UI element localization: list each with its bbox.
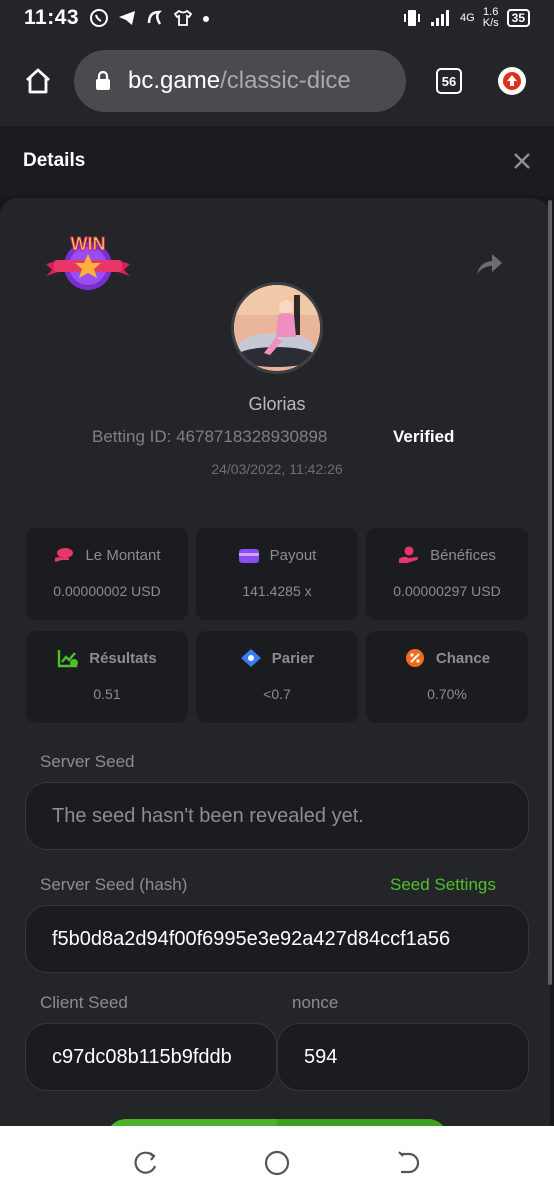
home-button[interactable] (20, 63, 56, 99)
telegram-icon (119, 11, 136, 25)
home-icon (26, 68, 50, 94)
server-seed-hash-field[interactable]: f5b0d8a2d94f00f6995e3e92a427d84ccf1a56 (25, 905, 529, 973)
home-nav-icon[interactable] (264, 1150, 290, 1176)
scrollbar[interactable] (548, 200, 552, 985)
bet-timestamp: 24/03/2022, 11:42:26 (211, 461, 343, 477)
url-path: /classic-dice (220, 67, 351, 94)
back-icon[interactable] (395, 1150, 421, 1176)
url-domain: bc.game (128, 67, 221, 94)
lock-icon (96, 71, 110, 90)
stat-card-amount: Le Montant 0.00000002 USD (26, 528, 188, 620)
address-bar[interactable]: bc.game/classic-dice (74, 50, 406, 112)
coins-icon (55, 548, 74, 562)
net-speed: 1.6 K/s (483, 7, 499, 29)
client-seed-value: c97dc08b115b9fddb (52, 1045, 232, 1068)
stat-label-chance: Chance (435, 649, 491, 667)
tab-switcher-button[interactable]: 56 (436, 68, 462, 94)
shirt-icon (173, 9, 193, 26)
close-button[interactable] (513, 148, 531, 174)
url-text: bc.game/classic-dice (128, 67, 351, 95)
nonce-value: 594 (304, 1045, 338, 1068)
stat-label-amount: Le Montant (85, 546, 161, 564)
server-seed-label: Server Seed (40, 752, 135, 771)
stat-card-profit: Bénéfices 0.00000297 USD (366, 528, 528, 620)
stat-card-chance: Chance 0.70% (366, 631, 528, 723)
nonce-field[interactable]: 594 (277, 1023, 529, 1091)
svg-text:WIN: WIN (71, 234, 106, 254)
vibrate-icon (404, 10, 421, 26)
wallet-icon (238, 549, 259, 563)
system-icons: 4G 1.6 K/s 35 (402, 7, 530, 29)
upload-arrow-icon (503, 72, 521, 90)
avatar-photo (234, 285, 320, 371)
server-seed-hash-value: f5b0d8a2d94f00f6995e3e92a427d84ccf1a56 (52, 927, 451, 950)
details-header: Details (0, 126, 554, 196)
recent-apps-icon[interactable] (133, 1150, 159, 1176)
signal-icon (431, 10, 450, 26)
client-seed-label: Client Seed (40, 993, 128, 1012)
screen: 11:43 4G 1.6 K/s 35 bc.game/classic-dice … (0, 0, 554, 1200)
stat-value-profit: 0.00000297 USD (393, 583, 501, 599)
status-bar: 11:43 4G 1.6 K/s 35 (0, 0, 554, 36)
server-seed-value: The seed hasn't been revealed yet. (52, 804, 364, 827)
stat-label-payout: Payout (269, 546, 317, 564)
stat-value-bet: <0.7 (263, 686, 291, 702)
percent-icon (405, 649, 424, 667)
whatsapp-icon (90, 9, 109, 27)
stat-value-payout: 141.4285 x (242, 583, 312, 599)
stat-card-payout: Payout 141.4285 x (196, 528, 358, 620)
battery-icon: 35 (506, 9, 530, 27)
stat-value-chance: 0.70% (427, 686, 467, 702)
stat-label-profit: Bénéfices (430, 546, 496, 564)
client-seed-field[interactable]: c97dc08b115b9fddb (25, 1023, 277, 1091)
stat-card-bet: Parier <0.7 (196, 631, 358, 723)
target-diamond-icon (240, 649, 261, 667)
stat-card-results: Résultats 0.51 (26, 631, 188, 723)
network-type: 4G (460, 11, 475, 24)
stat-label-bet: Parier (271, 649, 315, 667)
system-nav-bar (0, 1126, 554, 1200)
profit-hand-icon (399, 546, 419, 563)
upload-button[interactable] (498, 67, 526, 95)
stat-value-amount: 0.00000002 USD (53, 583, 161, 599)
server-seed-hash-label: Server Seed (hash) (40, 875, 188, 894)
notification-icons (89, 8, 211, 28)
avatar (231, 282, 323, 374)
player-name: Glorias (248, 394, 306, 414)
close-icon (514, 153, 530, 169)
status-time: 11:43 (24, 6, 80, 29)
speed-unit: K/s (482, 17, 499, 29)
server-seed-field[interactable]: The seed hasn't been revealed yet. (25, 782, 529, 850)
stat-label-results: Résultats (89, 649, 157, 667)
win-badge-icon: WIN (46, 234, 130, 290)
details-title: Details (23, 150, 86, 171)
verified-link[interactable]: Verified (393, 427, 454, 447)
share-icon[interactable] (474, 250, 504, 278)
browser-toolbar: bc.game/classic-dice 56 (0, 36, 554, 126)
seed-settings-link[interactable]: Seed Settings (390, 875, 496, 895)
betting-id: Betting ID: 4678718328930898 (92, 427, 328, 446)
nonce-label: nonce (292, 993, 339, 1012)
dot-icon (203, 16, 210, 22)
chart-check-icon (58, 650, 79, 668)
app-swirl-icon (147, 10, 163, 25)
stat-value-results: 0.51 (93, 686, 121, 702)
